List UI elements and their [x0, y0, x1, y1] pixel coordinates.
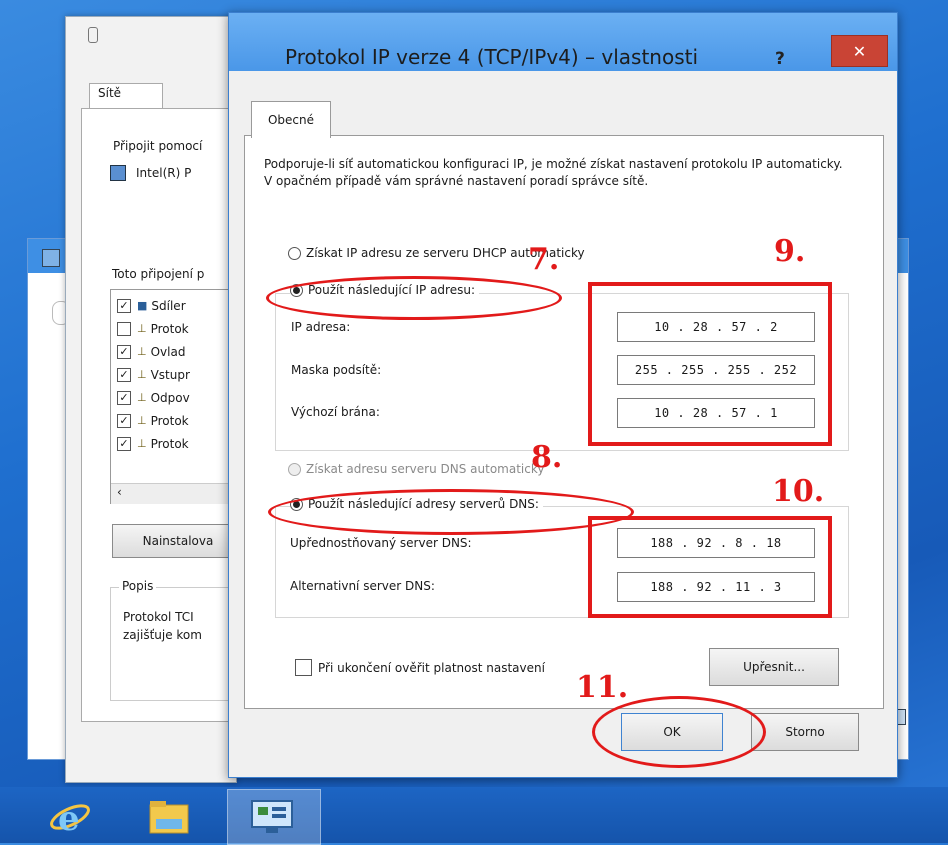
- step-8-highlight-ellipse: [268, 489, 634, 535]
- step-7-highlight-ellipse: [266, 276, 562, 320]
- step-10-label: 10.: [772, 474, 825, 509]
- component-checkbox[interactable]: ✓: [117, 298, 131, 313]
- connection-uses-label: Toto připojení p: [112, 267, 205, 281]
- step-9-label: 9.: [774, 234, 806, 269]
- network-icon: [42, 249, 60, 267]
- component-list-item[interactable]: ✓ ⊥ Protok: [117, 432, 243, 455]
- install-button-label: Nainstalova: [142, 534, 214, 548]
- network-sharing-icon: ■: [137, 299, 148, 312]
- dialog-description: Podporuje-li síť automatickou konfigurac…: [264, 157, 843, 188]
- component-checkbox[interactable]: ✓: [117, 436, 131, 451]
- advanced-button-label: Upřesnit...: [743, 660, 805, 674]
- component-label: Protok: [150, 413, 189, 428]
- dialog-title: Protokol IP verze 4 (TCP/IPv4) – vlastno…: [285, 45, 699, 69]
- adapter-name: Intel(R) P: [136, 166, 192, 180]
- component-label: Protok: [150, 436, 189, 451]
- connect-using-label: Připojit pomocí: [113, 139, 203, 153]
- dns-auto-radio[interactable]: [288, 463, 301, 476]
- components-list[interactable]: ✓ ■ Sdíler ⊥ Protok ✓ ⊥ Ovlad ✓ ⊥ Vstupr ✓ ⊥ Odpov ✓ ⊥ P…: [110, 289, 244, 504]
- file-explorer-icon[interactable]: [148, 797, 190, 837]
- ip-address-label: IP adresa:: [291, 320, 351, 334]
- step-8-label: 8.: [531, 440, 563, 475]
- component-label: Vstupr: [150, 367, 190, 382]
- protocol-icon: ⊥: [137, 345, 147, 358]
- protocol-icon: ⊥: [137, 368, 147, 381]
- adapter-small-icon: [88, 27, 98, 43]
- step-11-label: 11.: [576, 670, 629, 705]
- validate-option[interactable]: Při ukončení ověřit platnost nastavení: [295, 659, 545, 676]
- component-checkbox[interactable]: ✓: [117, 367, 131, 382]
- protocol-icon: ⊥: [137, 414, 147, 427]
- component-checkbox[interactable]: ✓: [117, 344, 131, 359]
- ip-auto-radio[interactable]: [288, 247, 301, 260]
- tab-general[interactable]: Obecné: [251, 101, 331, 138]
- step-10-highlight-box: [588, 516, 832, 618]
- description-heading: Popis: [119, 579, 157, 593]
- tab-networking-label: Sítě: [98, 86, 122, 100]
- dns-auto-option[interactable]: Získat adresu serveru DNS automaticky: [288, 462, 544, 476]
- component-label: Protok: [150, 321, 189, 336]
- step-9-highlight-box: [588, 282, 832, 446]
- close-button[interactable]: ✕: [831, 35, 888, 67]
- component-checkbox[interactable]: ✓: [117, 390, 131, 405]
- component-list-item[interactable]: ✓ ■ Sdíler: [117, 294, 243, 317]
- preferred-dns-label: Upřednostňovaný server DNS:: [290, 536, 472, 550]
- validate-checkbox[interactable]: [295, 659, 312, 676]
- protocol-icon: ⊥: [137, 437, 147, 450]
- advanced-button[interactable]: Upřesnit...: [709, 648, 839, 686]
- svg-text:e: e: [58, 799, 80, 839]
- cancel-button[interactable]: Storno: [751, 713, 859, 751]
- step-7-label: 7.: [528, 242, 560, 277]
- close-icon: ✕: [852, 41, 867, 61]
- taskbar: [0, 787, 948, 843]
- help-icon[interactable]: ?: [775, 49, 785, 69]
- scroll-left-icon[interactable]: ‹: [117, 485, 122, 499]
- control-panel-icon[interactable]: [250, 799, 294, 835]
- tab-general-label: Obecné: [267, 113, 315, 127]
- component-list-item[interactable]: ⊥ Protok: [117, 317, 243, 340]
- component-checkbox[interactable]: ✓: [117, 413, 131, 428]
- adapter-icon: [110, 165, 126, 181]
- validate-label: Při ukončení ověřit platnost nastavení: [318, 660, 545, 675]
- description-group: Popis Protokol TCI zajišťuje kom: [110, 579, 244, 701]
- component-checkbox[interactable]: [117, 321, 131, 336]
- component-label: Sdíler: [151, 298, 186, 313]
- step-11-highlight-ellipse: [592, 696, 766, 768]
- protocol-icon: ⊥: [137, 322, 147, 335]
- subnet-label: Maska podsítě:: [291, 363, 382, 377]
- component-label: Ovlad: [150, 344, 186, 359]
- dns-auto-label: Získat adresu serveru DNS automaticky: [306, 462, 545, 476]
- networking-panel: Připojit pomocí Intel(R) P Toto připojen…: [81, 108, 244, 722]
- description-line-1: Protokol TCI: [123, 610, 194, 624]
- component-list-item[interactable]: ✓ ⊥ Vstupr: [117, 363, 243, 386]
- gateway-label: Výchozí brána:: [291, 405, 380, 419]
- install-button[interactable]: Nainstalova: [112, 524, 243, 558]
- description-line-2: zajišťuje kom: [123, 628, 202, 642]
- component-list-item[interactable]: ✓ ⊥ Odpov: [117, 386, 243, 409]
- component-label: Odpov: [150, 390, 190, 405]
- alternate-dns-label: Alternativní server DNS:: [290, 579, 435, 593]
- component-list-item[interactable]: ✓ ⊥ Protok: [117, 409, 243, 432]
- internet-explorer-icon[interactable]: e: [48, 795, 92, 839]
- component-list-item[interactable]: ✓ ⊥ Ovlad: [117, 340, 243, 363]
- connection-properties-window: Sítě Připojit pomocí Intel(R) P Toto při…: [65, 16, 244, 783]
- list-horizontal-scrollbar[interactable]: ‹: [111, 483, 243, 504]
- cancel-button-label: Storno: [785, 725, 825, 739]
- protocol-icon: ⊥: [137, 391, 147, 404]
